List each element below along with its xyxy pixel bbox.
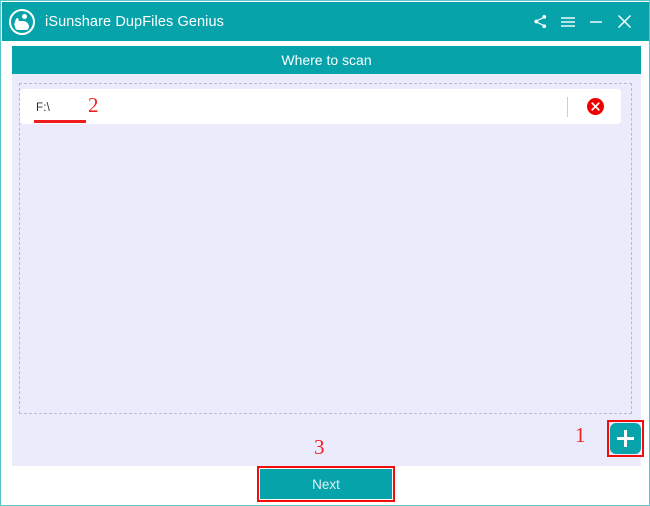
path-underline-annotation [34,119,86,123]
annotation-step-3: 3 [314,435,325,459]
path-list-item[interactable]: F:\ 2 [20,89,621,124]
path-row-actions [567,96,621,117]
title-bar: iSunshare DupFiles Genius [2,2,649,41]
minimize-icon[interactable] [582,7,610,37]
next-button[interactable]: Next [260,469,392,499]
section-header: Where to scan [12,46,641,74]
delete-circle-x-icon[interactable] [587,98,604,115]
title-bar-actions [526,7,649,37]
app-window: iSunshare DupFiles Genius Where to scan … [0,0,650,506]
annotation-step-2: 2 [88,93,99,117]
share-icon[interactable] [526,7,554,37]
add-folder-button[interactable] [610,423,641,454]
isunshare-logo-icon [9,8,35,35]
app-title: iSunshare DupFiles Genius [45,13,225,30]
scan-locations-panel [12,74,641,466]
menu-icon[interactable] [554,7,582,37]
divider [567,96,568,117]
plus-icon-vertical [624,430,627,447]
section-header-label: Where to scan [281,52,372,68]
close-icon[interactable] [610,7,638,37]
path-value: F:\ [36,101,51,114]
annotation-step-1: 1 [575,423,586,447]
drop-area[interactable] [19,83,632,414]
path-value-wrap: F:\ [34,98,86,123]
